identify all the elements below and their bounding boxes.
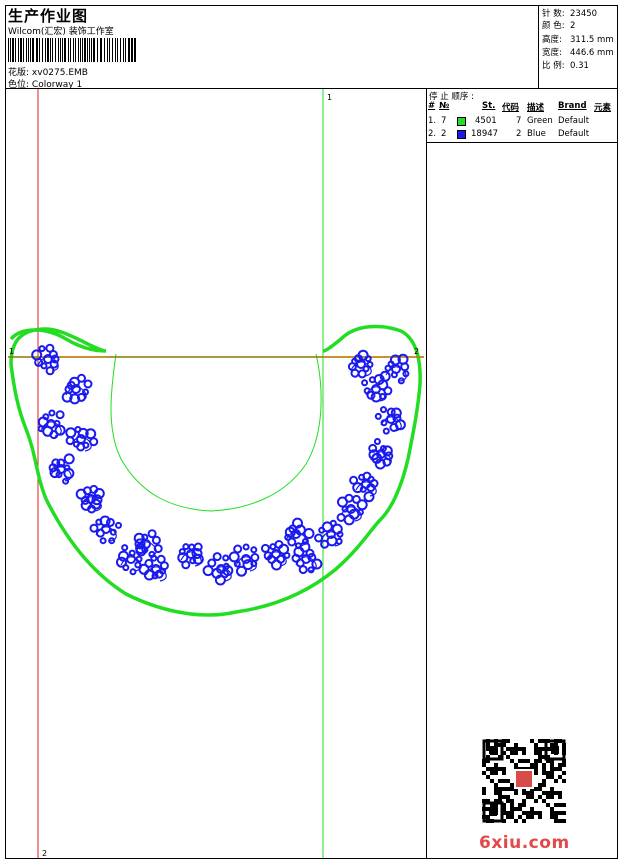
- row-brand: Default: [558, 129, 590, 139]
- blue-floral-motifs: [31, 343, 410, 586]
- floral-motif: [31, 343, 60, 376]
- col-description: 描述: [527, 103, 545, 113]
- floral-motif: [116, 544, 147, 576]
- floral-motif: [138, 554, 169, 582]
- floral-motif: [48, 453, 75, 485]
- stat-label: 针 数:: [542, 9, 565, 19]
- color-swatch-green: [457, 117, 466, 126]
- floral-motif: [202, 552, 234, 586]
- design-canvas: 1 1 2 2: [6, 89, 426, 858]
- floral-motif: [379, 353, 410, 385]
- stat-label: 宽度:: [542, 48, 562, 58]
- stat-height: 高度: 311.5 mm: [542, 33, 614, 45]
- col-stitches: St.: [482, 101, 496, 111]
- floral-motif: [177, 542, 204, 570]
- floral-motif: [133, 529, 163, 558]
- col-code: 代码: [502, 103, 520, 113]
- floral-motif: [336, 493, 368, 526]
- col-number: №: [439, 101, 450, 111]
- sequence-row: 1. 7 4501 7 Green Default: [427, 116, 618, 129]
- row-number: 7: [441, 116, 447, 126]
- sequence-divider: [427, 142, 618, 143]
- sequence-header: # № St. 代码 描述 Brand 元素: [427, 101, 618, 115]
- floral-motif: [314, 519, 344, 549]
- floral-motif: [228, 543, 260, 577]
- floral-motif: [89, 515, 122, 545]
- qr-code: [482, 739, 566, 823]
- floral-motif: [347, 349, 374, 379]
- stat-width: 宽度: 446.6 mm: [542, 46, 614, 58]
- stat-value: 446.6 mm: [570, 48, 614, 58]
- color-sequence-panel: 停 止 顺序 : # № St. 代码 描述 Brand 元素 1. 7 450…: [426, 89, 618, 858]
- red-guide-marker: 2: [42, 849, 48, 858]
- stat-label: 高度:: [542, 35, 562, 45]
- stat-scale: 比 例: 0.31: [542, 59, 589, 71]
- right-cut-marker: 2: [414, 347, 420, 356]
- stat-stitches: 针 数: 23450: [542, 7, 597, 19]
- row-index: 2.: [428, 129, 437, 139]
- col-index: #: [428, 101, 436, 111]
- sequence-row: 2. 2 18947 2 Blue Default: [427, 129, 618, 142]
- stat-value: 0.31: [570, 61, 589, 71]
- row-stitches: 4501: [475, 116, 497, 126]
- color-swatch-blue: [457, 130, 466, 139]
- stats-panel: 针 数: 23450 颜 色: 2 高度: 311.5 mm 宽度: 446.6 mm …: [539, 6, 617, 89]
- col-element: 元素: [594, 103, 612, 113]
- row-description: Green: [527, 116, 553, 126]
- floral-motif: [368, 438, 394, 470]
- stat-label: 颜 色:: [542, 21, 565, 31]
- left-cut-marker: 1: [9, 347, 15, 356]
- col-brand: Brand: [558, 101, 587, 111]
- row-brand: Default: [558, 116, 590, 126]
- floral-motif: [65, 426, 99, 452]
- stat-colors: 颜 色: 2: [542, 19, 575, 31]
- header-left: 生产作业图 Wilcom(汇宏) 装饰工作室 花版: xv0275.EMB 色位…: [6, 6, 539, 90]
- row-number: 2: [441, 129, 447, 139]
- watermark: 6xiu.com: [479, 833, 570, 853]
- stat-label: 比 例:: [542, 61, 565, 71]
- floral-motif: [61, 373, 93, 405]
- barcode: [8, 38, 136, 62]
- neckline: [110, 353, 322, 512]
- row-stitches: 18947: [471, 129, 499, 139]
- embroidery-preview: [8, 89, 424, 858]
- row-code: 7: [516, 116, 522, 126]
- floral-motif: [374, 406, 406, 435]
- row-description: Blue: [527, 129, 546, 139]
- floral-motif: [75, 484, 105, 514]
- production-sheet: 生产作业图 Wilcom(汇宏) 装饰工作室 花版: xv0275.EMB 色位…: [5, 5, 618, 859]
- floral-motif: [260, 540, 291, 571]
- row-code: 2: [516, 129, 522, 139]
- floral-motif: [37, 409, 66, 440]
- green-guide-marker: 1: [327, 93, 333, 102]
- page-title: 生产作业图: [8, 7, 89, 25]
- company-name: Wilcom(汇宏) 装饰工作室: [8, 27, 114, 37]
- seal-icon: [516, 771, 532, 787]
- stat-value: 2: [570, 21, 576, 31]
- floral-motif: [361, 374, 393, 403]
- stat-value: 23450: [570, 9, 598, 19]
- row-index: 1.: [428, 116, 437, 126]
- stat-value: 311.5 mm: [570, 35, 614, 45]
